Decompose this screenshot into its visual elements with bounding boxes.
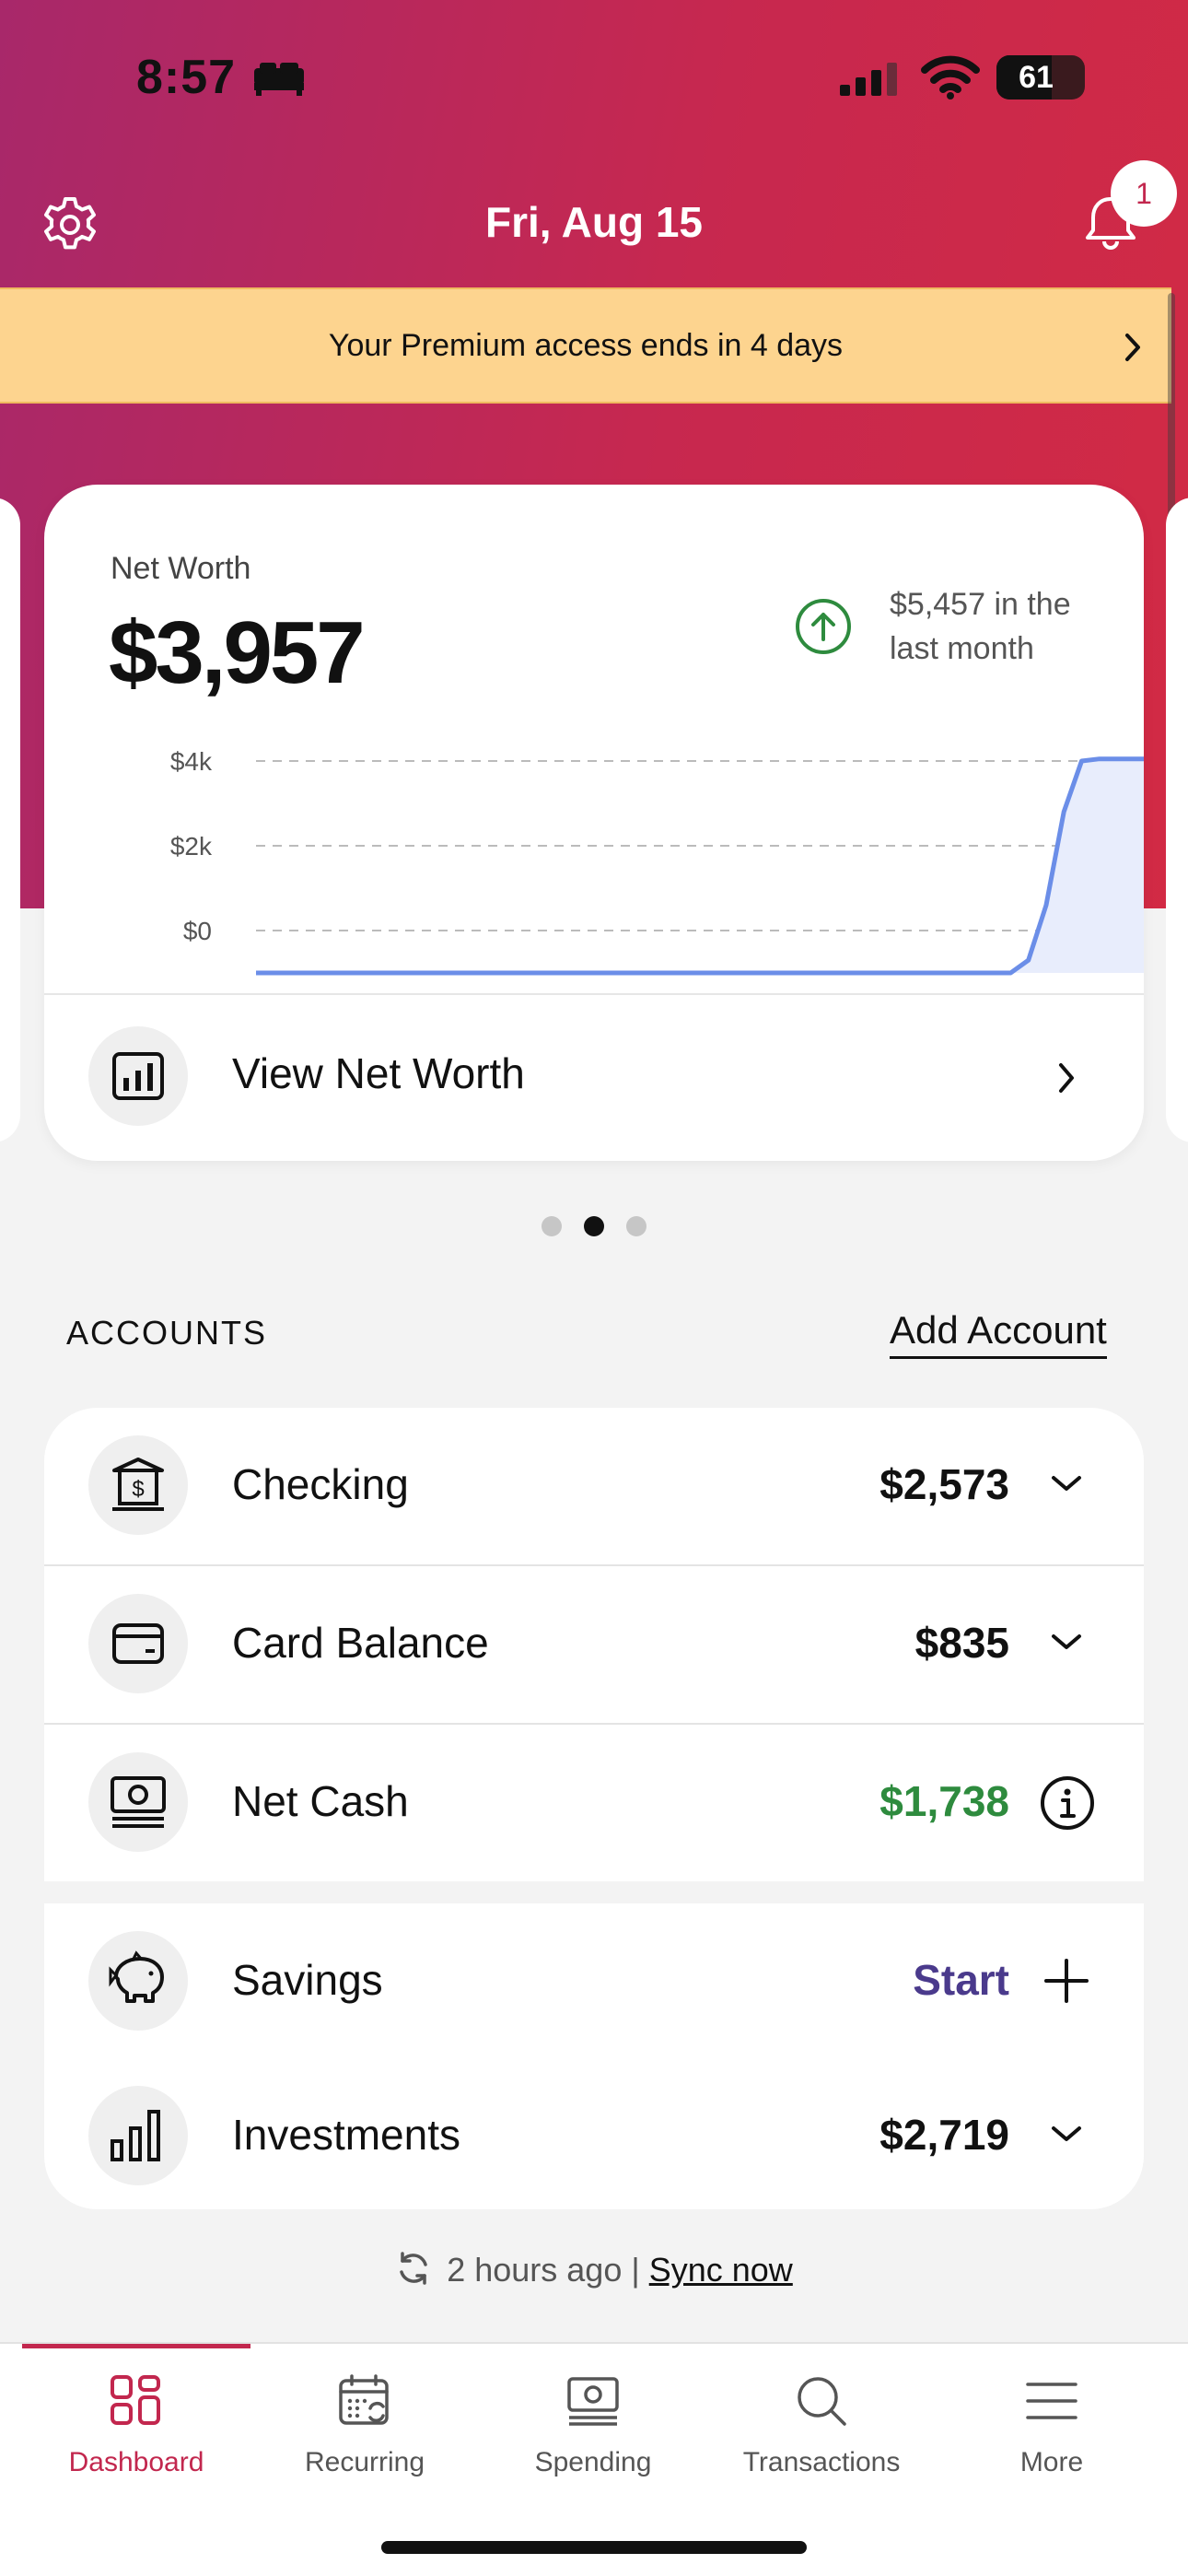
y-tick-label: $0	[183, 917, 212, 945]
view-net-worth-row[interactable]: View Net Worth	[44, 993, 1144, 1161]
row-icon-container	[88, 1931, 188, 2031]
account-value: $2,573	[879, 1460, 1009, 1508]
account-value: $1,738	[879, 1777, 1009, 1825]
carousel-dot-active[interactable]	[584, 1216, 604, 1236]
sync-status: 2 hours ago | Sync now	[0, 2250, 1188, 2289]
carousel-dot[interactable]	[626, 1216, 646, 1236]
bar-chart-icon	[111, 2110, 160, 2161]
net-worth-label: Net Worth	[111, 551, 251, 586]
tab-label: Transactions	[742, 2447, 901, 2477]
chevron-down-icon[interactable]	[1050, 1470, 1083, 1496]
plus-icon[interactable]	[1041, 1955, 1092, 2007]
credit-card-icon	[112, 1623, 164, 1664]
battery-level: 61	[1019, 60, 1054, 95]
header-date: Fri, Aug 15	[485, 198, 703, 246]
dashboard-icon	[111, 2375, 160, 2425]
chart-line	[256, 756, 1144, 976]
account-row-investments[interactable]: Investments $2,719	[44, 2058, 1144, 2209]
carousel-card-next[interactable]	[1166, 498, 1188, 1142]
menu-icon	[1026, 2383, 1077, 2419]
row-icon-container	[88, 2086, 188, 2185]
bank-icon: $	[112, 1458, 164, 1511]
row-icon-container	[88, 1752, 188, 1852]
tab-label: More	[1019, 2447, 1084, 2477]
tab-label: Spending	[534, 2447, 652, 2477]
account-label: Investments	[232, 2111, 460, 2159]
status-bar: 8:57 61	[0, 37, 1188, 120]
notification-badge[interactable]: 1	[1111, 160, 1177, 227]
cash-icon	[567, 2377, 619, 2426]
row-icon-container: $	[88, 1435, 188, 1535]
section-gap	[44, 1881, 1144, 1903]
search-icon	[798, 2377, 846, 2426]
carousel-pagination[interactable]	[0, 1216, 1188, 1241]
account-value: $835	[914, 1619, 1009, 1667]
sync-now-link[interactable]: Sync now	[649, 2251, 793, 2289]
battery-indicator: 61	[996, 55, 1085, 100]
accounts-section-title: ACCOUNTS	[66, 1314, 268, 1352]
account-label: Card Balance	[232, 1619, 489, 1667]
account-value: $2,719	[879, 2111, 1009, 2159]
row-icon-container	[88, 1026, 188, 1126]
tab-recurring[interactable]: Recurring	[250, 2344, 479, 2510]
savings-start-link[interactable]: Start	[913, 1955, 1009, 2005]
net-worth-card[interactable]: Net Worth $3,957 $5,457 in the last mont…	[44, 485, 1144, 1161]
carousel-card-previous[interactable]	[0, 498, 20, 1142]
home-indicator	[381, 2541, 807, 2554]
account-label: Net Cash	[232, 1777, 409, 1825]
chevron-down-icon[interactable]	[1050, 1629, 1083, 1655]
premium-banner-text: Your Premium access ends in 4 days	[328, 328, 844, 363]
tab-transactions[interactable]: Transactions	[707, 2344, 936, 2510]
tab-label: Recurring	[304, 2447, 425, 2477]
bed-icon	[254, 63, 304, 96]
chevron-down-icon[interactable]	[1050, 2121, 1083, 2147]
account-row-savings[interactable]: Savings Start	[44, 1903, 1144, 2060]
tab-more[interactable]: More	[938, 2344, 1166, 2510]
y-tick-label: $4k	[170, 747, 213, 776]
cellular-signal-icon	[840, 63, 897, 96]
row-icon-container	[88, 1594, 188, 1693]
piggy-bank-icon	[109, 1950, 164, 2003]
net-worth-chart: $4k $2k $0	[170, 747, 1144, 976]
y-tick-label: $2k	[170, 832, 213, 861]
calendar-icon	[339, 2374, 389, 2425]
premium-banner[interactable]: Your Premium access ends in 4 days	[0, 287, 1171, 404]
carousel-dot[interactable]	[542, 1216, 562, 1236]
chevron-right-icon	[1059, 1063, 1074, 1093]
account-row-net-cash[interactable]: Net Cash $1,738	[44, 1725, 1144, 1881]
view-net-worth-label: View Net Worth	[232, 1049, 525, 1097]
status-time: 8:57	[136, 51, 237, 104]
account-row-checking[interactable]: $ Checking $2,573	[44, 1408, 1144, 1564]
sync-time: 2 hours ago |	[447, 2251, 640, 2289]
account-row-card-balance[interactable]: Card Balance $835	[44, 1566, 1144, 1723]
bar-chart-icon	[112, 1052, 164, 1100]
info-icon[interactable]	[1039, 1774, 1096, 1832]
account-label: Checking	[232, 1460, 409, 1508]
tab-label: Dashboard	[68, 2447, 204, 2477]
account-label: Savings	[232, 1956, 383, 2004]
wifi-icon	[921, 55, 980, 100]
chevron-right-icon	[1125, 334, 1140, 361]
accounts-card: $ Checking $2,573 Card Balance $835 Net …	[44, 1408, 1144, 2209]
net-worth-value: $3,957	[109, 603, 366, 702]
cash-icon	[111, 1776, 166, 1828]
svg-text:$: $	[132, 1477, 144, 1502]
add-account-button[interactable]: Add Account	[890, 1308, 1107, 1359]
tab-spending[interactable]: Spending	[479, 2344, 707, 2510]
net-worth-change: $5,457 in the last month	[890, 587, 1071, 666]
chart-area	[256, 758, 1144, 973]
arrow-up-circle-icon	[796, 599, 851, 654]
sync-icon[interactable]	[395, 2250, 432, 2287]
tab-dashboard[interactable]: Dashboard	[22, 2344, 250, 2510]
